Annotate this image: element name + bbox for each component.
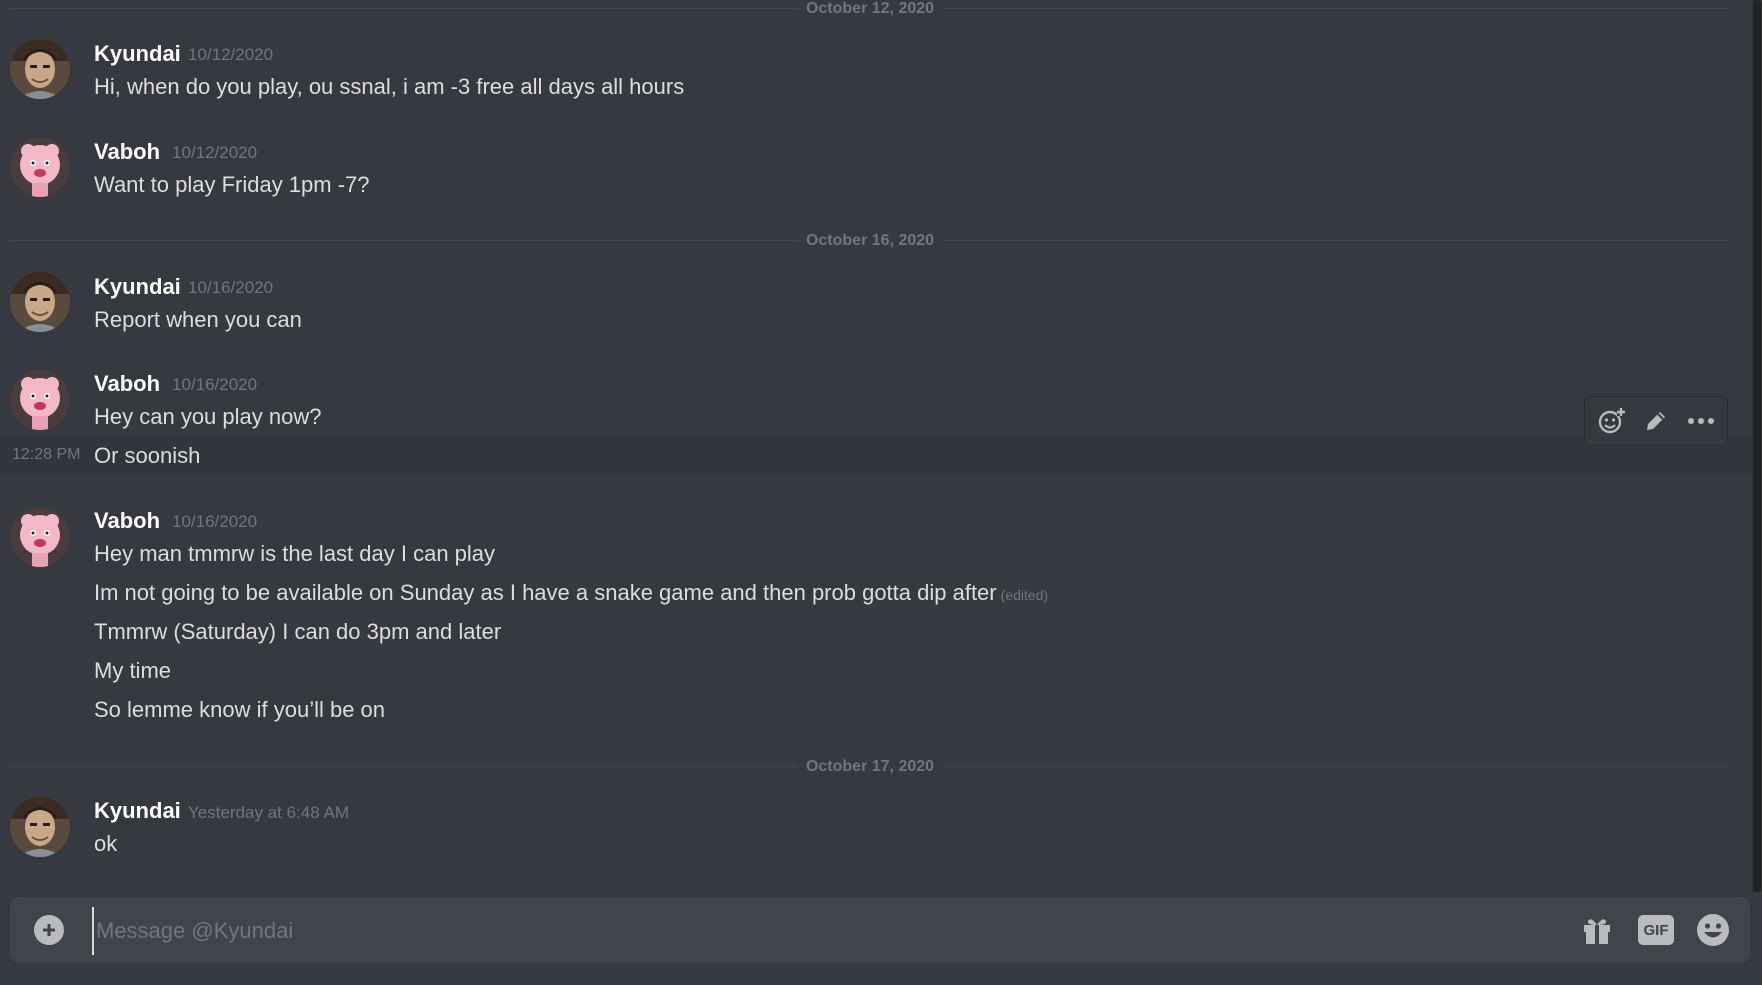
add-reaction-icon [1599, 408, 1626, 434]
add-reaction-button[interactable] [1591, 401, 1631, 441]
more-icon [1687, 418, 1714, 424]
message-timestamp: 10/16/2020 [188, 278, 274, 297]
emoji-icon [1697, 914, 1729, 946]
message-line: My time [94, 658, 171, 683]
bottom-padding [0, 963, 1762, 985]
message-timestamp: Yesterday at 6:48 AM [188, 803, 349, 822]
scrollbar-track[interactable] [1752, 0, 1762, 892]
message-line: Report when you can [94, 307, 302, 332]
plus-circle-icon [43, 924, 55, 936]
avatar-kyundai[interactable] [10, 797, 70, 857]
message-line: ok [94, 831, 118, 856]
message-line: Hi, when do you play, ou ssnal, i am -3 … [94, 74, 685, 99]
scrollbar-thumb[interactable] [1753, 0, 1761, 892]
avatar-kyundai[interactable] [10, 272, 70, 332]
message-timestamp: 10/16/2020 [172, 512, 258, 531]
edited-label: (edited) [1000, 587, 1049, 603]
emoji-button[interactable] [1694, 911, 1732, 949]
gift-button[interactable] [1578, 911, 1616, 949]
message-hover-row[interactable] [0, 436, 1752, 474]
message-line: Hey man tmmrw is the last day I can play [94, 541, 496, 566]
gif-button[interactable]: GIF [1637, 911, 1675, 949]
date-divider-label: October 12, 2020 [797, 0, 943, 18]
message-author[interactable]: Kyundai [94, 41, 181, 67]
date-divider: October 16, 2020 [10, 232, 1730, 250]
message-line: Or soonish [94, 443, 201, 468]
message-input[interactable] [92, 907, 1558, 955]
gif-icon: GIF [1638, 915, 1674, 945]
avatar-kyundai[interactable] [10, 39, 70, 99]
message-author[interactable]: Kyundai [94, 274, 181, 300]
date-divider: October 17, 2020 [10, 758, 1730, 776]
message-author[interactable]: Vaboh [94, 508, 160, 534]
avatar-vaboh[interactable] [10, 507, 70, 567]
message-line: Hey can you play now? [94, 404, 322, 429]
upload-button[interactable] [34, 915, 64, 945]
message-author[interactable]: Vaboh [94, 139, 160, 165]
message-timestamp: 10/16/2020 [172, 375, 258, 394]
message-composer: GIF [10, 897, 1750, 963]
gift-icon [1584, 919, 1610, 944]
date-divider-label: October 16, 2020 [797, 232, 943, 250]
message-hover-timestamp: 12:28 PM [12, 446, 81, 463]
message-author[interactable]: Vaboh [94, 371, 160, 397]
date-divider-label: October 17, 2020 [797, 758, 943, 776]
message-toolbar [1584, 396, 1728, 446]
message-line: So lemme know if you’ll be on [94, 697, 386, 722]
edit-icon [1646, 412, 1665, 430]
date-divider: October 12, 2020 [10, 0, 1730, 18]
edit-button[interactable] [1636, 401, 1676, 441]
chat-window: October 12, 2020 Kyundai 10/12/2020 Hi, … [0, 0, 1762, 985]
avatar-vaboh[interactable] [10, 137, 70, 197]
message-timestamp: 10/12/2020 [188, 45, 274, 64]
message-line: Want to play Friday 1pm -7? [94, 172, 370, 197]
message-author[interactable]: Kyundai [94, 798, 181, 824]
message-line: Tmmrw (Saturday) I can do 3pm and later [94, 619, 502, 644]
more-options-button[interactable] [1681, 401, 1721, 441]
message-timestamp: 10/12/2020 [172, 143, 258, 162]
message-line-text: Im not going to be available on Sunday a… [94, 580, 997, 605]
avatar-vaboh[interactable] [10, 370, 70, 430]
message-line: Im not going to be available on Sunday a… [94, 579, 1048, 609]
